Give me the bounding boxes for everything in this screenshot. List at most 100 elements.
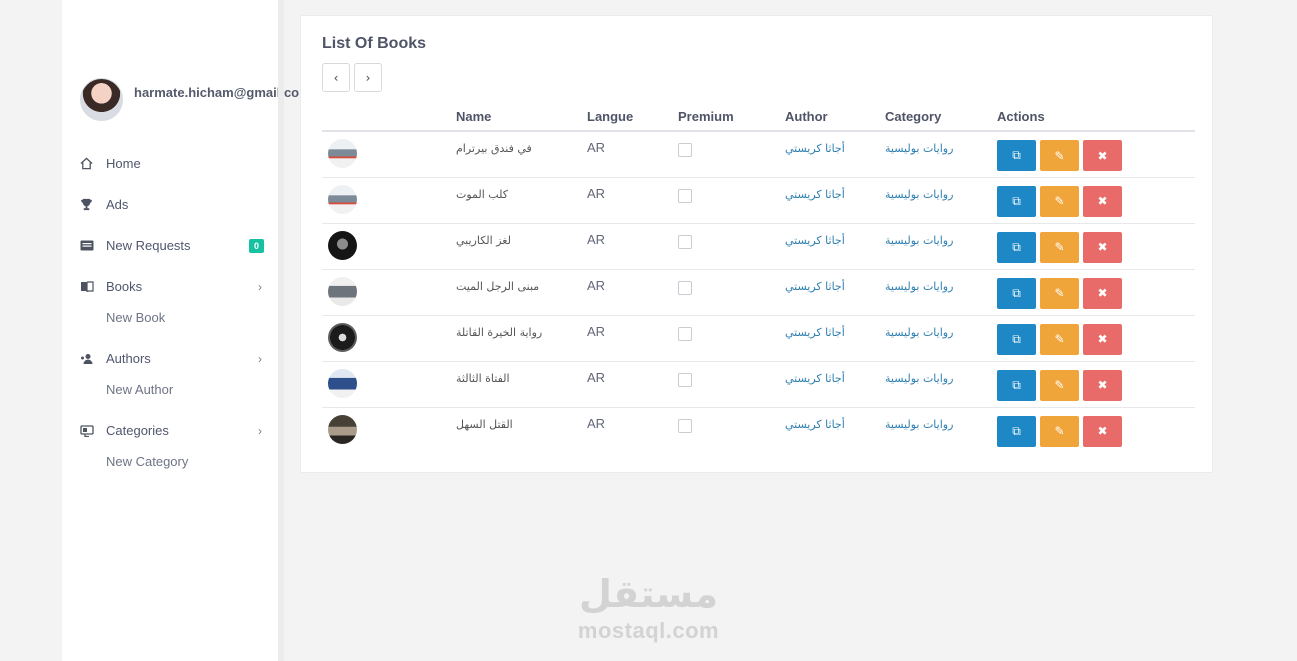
view-button[interactable]: ⧉	[997, 415, 1036, 447]
users-icon	[80, 353, 106, 365]
row-actions: ⧉ ✎ ✖	[997, 185, 1195, 217]
view-button[interactable]: ⧉	[997, 185, 1036, 217]
author-link[interactable]: أجاثا كريستي	[785, 372, 845, 385]
delete-button[interactable]: ✖	[1083, 369, 1122, 401]
cell-image	[322, 177, 456, 224]
book-name: لغز الكاريبي	[456, 233, 511, 247]
delete-button[interactable]: ✖	[1083, 140, 1122, 171]
cell-langue: AR	[587, 361, 678, 408]
book-name: كلب الموت	[456, 187, 508, 201]
author-link[interactable]: أجاثا كريستي	[785, 280, 845, 293]
edit-button[interactable]: ✎	[1040, 140, 1079, 171]
book-cover-thumbnail[interactable]	[328, 414, 357, 444]
delete-button[interactable]: ✖	[1083, 185, 1122, 217]
author-link[interactable]: أجاثا كريستي	[785, 142, 845, 155]
trophy-icon	[80, 198, 106, 211]
view-button[interactable]: ⧉	[997, 369, 1036, 401]
next-page-button[interactable]: ›	[354, 63, 382, 92]
table-row: مبنى الرجل الميت AR أجاثا كريستي روايات …	[322, 269, 1195, 316]
category-link[interactable]: روايات بوليسية	[885, 188, 953, 201]
premium-checkbox[interactable]	[678, 188, 692, 203]
category-link[interactable]: روايات بوليسية	[885, 372, 953, 385]
cell-name: في فندق بيرترام	[456, 131, 587, 178]
cell-premium	[678, 269, 785, 316]
book-icon	[80, 280, 106, 293]
category-link[interactable]: روايات بوليسية	[885, 326, 953, 339]
category-link[interactable]: روايات بوليسية	[885, 142, 953, 155]
delete-button[interactable]: ✖	[1083, 277, 1122, 309]
edit-button[interactable]: ✎	[1040, 185, 1079, 217]
view-button[interactable]: ⧉	[997, 231, 1036, 263]
cell-image	[322, 131, 456, 178]
cell-category: روايات بوليسية	[885, 361, 997, 408]
edit-button[interactable]: ✎	[1040, 369, 1079, 401]
book-cover-thumbnail[interactable]	[328, 230, 357, 260]
sidebar-subitem-new-category[interactable]: New Category	[80, 446, 264, 477]
sidebar-item-label: Books	[106, 279, 143, 294]
delete-button[interactable]: ✖	[1083, 323, 1122, 355]
premium-checkbox[interactable]	[678, 326, 692, 341]
sidebar-subitem-new-author[interactable]: New Author	[80, 374, 264, 405]
sidebar-item-books[interactable]: Books ›	[80, 266, 264, 307]
view-button[interactable]: ⧉	[997, 323, 1036, 355]
book-cover-thumbnail[interactable]	[328, 368, 357, 398]
table-row: لغز الكاريبي AR أجاثا كريستي روايات بولي…	[322, 223, 1195, 270]
sidebar-item-home[interactable]: Home	[80, 143, 264, 184]
table-row: رواية الخيرة القاتلة AR أجاثا كريستي روا…	[322, 315, 1195, 362]
premium-checkbox[interactable]	[678, 234, 692, 249]
edit-button[interactable]: ✎	[1040, 277, 1079, 309]
author-link[interactable]: أجاثا كريستي	[785, 418, 845, 431]
sidebar-item-authors[interactable]: Authors ›	[80, 338, 264, 379]
user-profile[interactable]: harmate.hicham@gmail.com	[80, 78, 311, 121]
edit-button[interactable]: ✎	[1040, 231, 1079, 263]
cell-category: روايات بوليسية	[885, 177, 997, 224]
author-link[interactable]: أجاثا كريستي	[785, 234, 845, 247]
chevron-right-icon: ›	[258, 423, 262, 438]
book-name: القتل السهل	[456, 417, 513, 431]
cell-image	[322, 315, 456, 362]
books-table: Name Langue Premium Author Category Acti…	[322, 103, 1195, 453]
premium-checkbox[interactable]	[678, 280, 692, 295]
edit-icon: ✎	[1054, 194, 1065, 208]
category-link[interactable]: روايات بوليسية	[885, 280, 953, 293]
delete-button[interactable]: ✖	[1083, 415, 1122, 447]
page-title: List Of Books	[322, 35, 427, 52]
avatar[interactable]	[80, 78, 123, 121]
row-actions: ⧉ ✎ ✖	[997, 231, 1195, 263]
sidebar-subitem-new-book[interactable]: New Book	[80, 302, 264, 333]
view-button[interactable]: ⧉	[997, 140, 1036, 171]
cell-name: القتل السهل	[456, 407, 587, 453]
column-header-premium: Premium	[678, 103, 785, 132]
premium-checkbox[interactable]	[678, 372, 692, 387]
category-link[interactable]: روايات بوليسية	[885, 234, 953, 247]
chevron-right-icon: ›	[258, 279, 262, 294]
book-cover-thumbnail[interactable]	[328, 322, 357, 352]
sidebar-item-ads[interactable]: Ads	[80, 184, 264, 225]
cell-author: أجاثا كريستي	[785, 407, 885, 453]
premium-checkbox[interactable]	[678, 418, 692, 433]
book-cover-thumbnail[interactable]	[328, 139, 357, 168]
sidebar-item-categories[interactable]: Categories ›	[80, 410, 264, 451]
delete-button[interactable]: ✖	[1083, 231, 1122, 263]
cell-langue: AR	[587, 415, 606, 431]
premium-checkbox[interactable]	[678, 143, 692, 157]
sidebar-item-new-requests[interactable]: New Requests 0	[80, 225, 264, 266]
external-link-icon: ⧉	[1012, 285, 1021, 300]
edit-button[interactable]: ✎	[1040, 323, 1079, 355]
cell-actions: ⧉ ✎ ✖	[997, 315, 1195, 362]
author-link[interactable]: أجاثا كريستي	[785, 326, 845, 339]
external-link-icon: ⧉	[1012, 423, 1021, 438]
cell-author: أجاثا كريستي	[785, 223, 885, 270]
book-cover-thumbnail[interactable]	[328, 276, 357, 306]
view-button[interactable]: ⧉	[997, 277, 1036, 309]
author-link[interactable]: أجاثا كريستي	[785, 188, 845, 201]
cell-category: روايات بوليسية	[885, 269, 997, 316]
row-actions: ⧉ ✎ ✖	[997, 369, 1195, 401]
book-cover-thumbnail[interactable]	[328, 184, 357, 214]
category-link[interactable]: روايات بوليسية	[885, 418, 953, 431]
home-icon	[80, 157, 106, 170]
edit-button[interactable]: ✎	[1040, 415, 1079, 447]
column-header-langue: Langue	[587, 103, 678, 132]
cell-actions: ⧉ ✎ ✖	[997, 223, 1195, 270]
prev-page-button[interactable]: ‹	[322, 63, 350, 92]
